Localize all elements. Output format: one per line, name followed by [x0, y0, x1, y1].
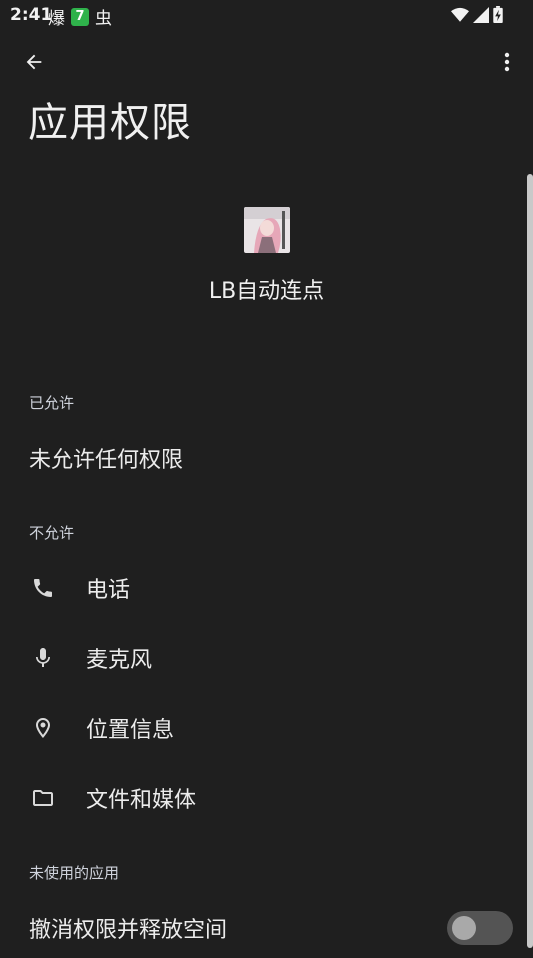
- section-label-denied: 不允许: [29, 524, 75, 542]
- notification-icon-seven: 7: [71, 7, 89, 26]
- page-title: 应用权限: [28, 100, 192, 146]
- permission-label-microphone: 麦克风: [86, 648, 153, 673]
- permission-row-microphone[interactable]: 麦克风: [0, 628, 520, 688]
- permission-row-files-media[interactable]: 文件和媒体: [0, 768, 520, 828]
- no-permissions-allowed-text: 未允许任何权限: [29, 448, 184, 473]
- more-options-button[interactable]: [497, 48, 517, 76]
- section-label-allowed: 已允许: [29, 394, 75, 412]
- status-notification-icons: 爆 7 虫: [48, 4, 112, 29]
- revoke-permissions-label: 撤消权限并释放空间: [29, 918, 228, 943]
- wifi-icon: [451, 7, 469, 22]
- phone-icon: [30, 575, 56, 601]
- no-permissions-allowed-row: 未允许任何权限: [0, 428, 520, 488]
- status-system-icons: [451, 6, 503, 23]
- location-pin-icon: [30, 715, 56, 741]
- status-bar: 2:41 爆 7 虫: [0, 0, 533, 30]
- app-name: LB自动连点: [208, 279, 325, 304]
- revoke-permissions-toggle[interactable]: [447, 911, 513, 945]
- notification-icon-bao: 爆: [48, 9, 65, 29]
- more-vert-icon: [504, 52, 510, 72]
- microphone-icon: [30, 645, 56, 671]
- arrow-left-icon: [26, 54, 42, 70]
- revoke-permissions-row[interactable]: 撤消权限并释放空间: [0, 898, 520, 958]
- permission-label-files-media: 文件和媒体: [86, 788, 197, 813]
- signal-icon: [473, 6, 489, 23]
- back-button[interactable]: [20, 48, 48, 76]
- notification-icon-bug: 虫: [95, 9, 112, 29]
- toggle-knob: [452, 916, 476, 940]
- folder-icon: [30, 785, 56, 811]
- permission-label-location: 位置信息: [86, 718, 175, 743]
- status-time: 2:41: [10, 5, 53, 25]
- permission-row-phone[interactable]: 电话: [0, 558, 520, 618]
- app-icon: [243, 207, 290, 253]
- scrollbar[interactable]: [527, 174, 533, 948]
- permission-row-location[interactable]: 位置信息: [0, 698, 520, 758]
- permission-label-phone: 电话: [86, 578, 131, 603]
- app-header: LB自动连点: [0, 207, 533, 305]
- battery-icon: [493, 6, 503, 23]
- section-label-unused-apps: 未使用的应用: [29, 864, 120, 882]
